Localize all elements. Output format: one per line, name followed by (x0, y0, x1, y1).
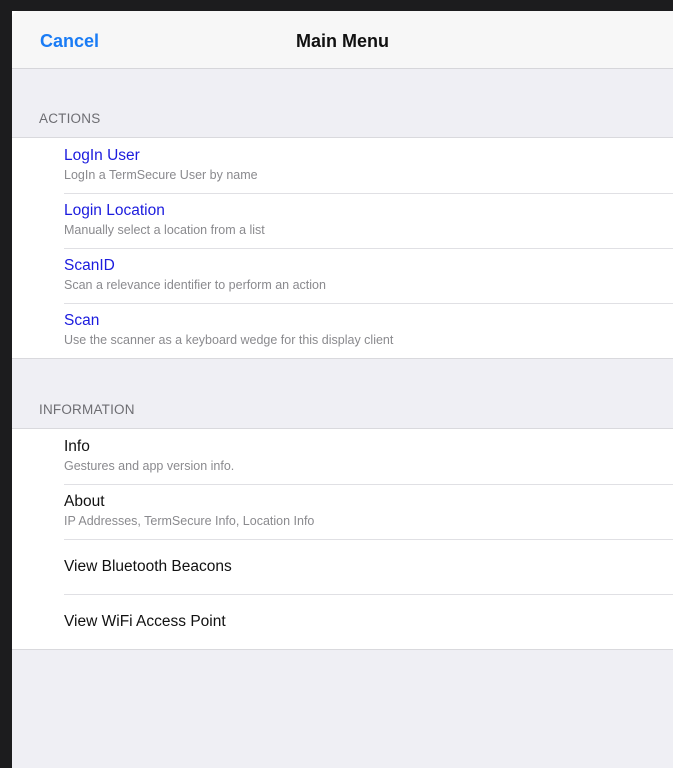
list-item-scanid[interactable]: ScanID Scan a relevance identifier to pe… (12, 248, 673, 303)
screen: Cancel Main Menu ACTIONS LogIn User LogI… (0, 0, 673, 779)
section-header-actions: ACTIONS (39, 111, 101, 126)
list-item-title: Info (64, 438, 90, 455)
main-menu-sheet: Cancel Main Menu ACTIONS LogIn User LogI… (12, 11, 673, 768)
list-item-scan[interactable]: Scan Use the scanner as a keyboard wedge… (12, 303, 673, 358)
list-item-login-user[interactable]: LogIn User LogIn a TermSecure User by na… (12, 138, 673, 193)
information-list: Info Gestures and app version info. Abou… (12, 428, 673, 650)
list-item-wifi-access-point[interactable]: View WiFi Access Point (12, 594, 673, 649)
list-item-bluetooth-beacons[interactable]: View Bluetooth Beacons (12, 539, 673, 594)
list-item-subtitle: Manually select a location from a list (64, 223, 265, 237)
device-bezel-top (0, 0, 673, 11)
list-item-subtitle: LogIn a TermSecure User by name (64, 168, 258, 182)
list-item-about[interactable]: About IP Addresses, TermSecure Info, Loc… (12, 484, 673, 539)
list-item-title: View WiFi Access Point (64, 613, 226, 630)
navigation-bar: Cancel Main Menu (12, 11, 673, 69)
page-title: Main Menu (296, 31, 389, 51)
device-bezel-left (0, 0, 12, 779)
actions-list: LogIn User LogIn a TermSecure User by na… (12, 137, 673, 359)
list-item-subtitle: Use the scanner as a keyboard wedge for … (64, 333, 394, 347)
list-item-title: LogIn User (64, 147, 140, 164)
list-item-subtitle: Gestures and app version info. (64, 459, 235, 473)
list-item-title: Login Location (64, 202, 165, 219)
list-item-login-location[interactable]: Login Location Manually select a locatio… (12, 193, 673, 248)
list-item-title: About (64, 493, 105, 510)
bottom-margin (0, 768, 673, 779)
list-item-subtitle: IP Addresses, TermSecure Info, Location … (64, 514, 315, 528)
list-item-title: ScanID (64, 257, 115, 274)
section-header-information: INFORMATION (39, 402, 135, 417)
list-item-title: View Bluetooth Beacons (64, 558, 232, 575)
list-item-subtitle: Scan a relevance identifier to perform a… (64, 278, 326, 292)
list-item-title: Scan (64, 312, 100, 329)
list-item-info[interactable]: Info Gestures and app version info. (12, 429, 673, 484)
